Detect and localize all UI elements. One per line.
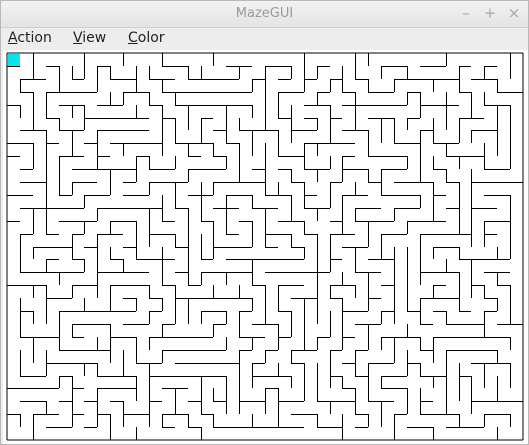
- maximize-icon[interactable]: +: [481, 4, 499, 22]
- maze-canvas[interactable]: [3, 50, 528, 444]
- maze-drawing: [6, 52, 524, 441]
- minimize-icon[interactable]: –: [457, 4, 475, 22]
- menu-bar: Action View Color: [1, 28, 528, 49]
- menu-action-mnemonic: A: [8, 30, 18, 46]
- close-icon[interactable]: ×: [505, 4, 523, 22]
- app-window: MazeGUI – + × Action View Color: [0, 0, 529, 445]
- menu-color[interactable]: Color: [128, 30, 165, 46]
- menu-view-mnemonic: V: [73, 30, 83, 46]
- menu-action-rest: ction: [17, 30, 52, 46]
- player-marker: [8, 54, 20, 66]
- menu-color-rest: olor: [137, 30, 165, 46]
- menu-view-rest: iew: [82, 30, 107, 46]
- title-bar[interactable]: MazeGUI – + ×: [1, 1, 528, 28]
- menu-view[interactable]: View: [73, 30, 106, 46]
- menu-color-mnemonic: C: [128, 30, 138, 46]
- window-title: MazeGUI: [235, 6, 294, 21]
- menu-action[interactable]: Action: [8, 30, 52, 46]
